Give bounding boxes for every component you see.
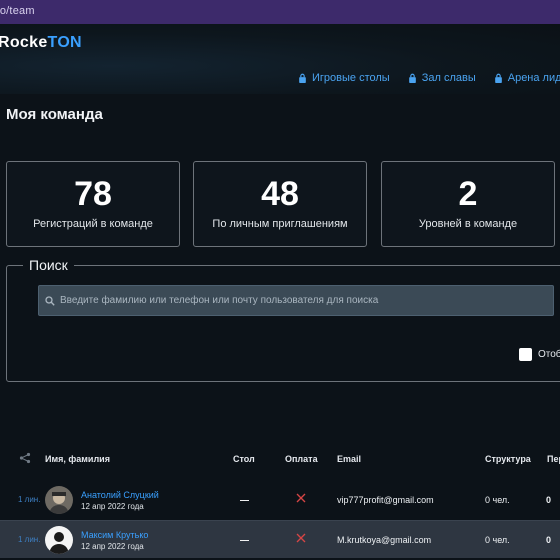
user-email: vip777profit@gmail.com <box>337 495 434 505</box>
stat-card-registrations: 78 Регистраций в команде <box>6 161 180 247</box>
nav-label: Игровые столы <box>312 72 390 84</box>
display-option[interactable]: Отоб <box>519 348 560 361</box>
column-header-table[interactable]: Стол <box>233 454 255 464</box>
stat-label: Регистраций в команде <box>33 218 153 230</box>
stat-value: 78 <box>74 175 112 213</box>
checkbox-label: Отоб <box>538 349 560 360</box>
level-label: 1 лин. <box>18 535 41 544</box>
nav-label: Арена лидер <box>507 72 560 84</box>
not-paid-icon <box>296 533 306 543</box>
lock-icon <box>494 73 502 83</box>
lock-icon <box>299 73 306 83</box>
stat-card-levels: 2 Уровней в команде <box>381 161 555 247</box>
nav-item-hall-of-fame[interactable]: Зал славы <box>408 72 476 84</box>
stat-label: Уровней в команде <box>418 218 518 230</box>
logo[interactable]: RockeTON <box>0 34 82 52</box>
lock-icon <box>408 73 416 83</box>
extra-value: 0 <box>546 535 552 545</box>
avatar[interactable] <box>45 526 73 554</box>
search-icon <box>45 295 55 306</box>
table-row[interactable]: 1 лин. Анатолий Слуцкий 12 апр 2022 года… <box>0 481 560 519</box>
extra-value: 0 <box>546 495 552 505</box>
stat-value: 48 <box>261 175 299 213</box>
share-icon[interactable] <box>19 452 31 464</box>
structure-count: 0 чел. <box>485 495 510 505</box>
table-value: — <box>240 535 249 545</box>
nav-item-game-tables[interactable]: Игровые столы <box>298 72 390 84</box>
stat-value: 2 <box>458 175 478 213</box>
table-value: — <box>240 495 249 505</box>
nav-item-leader-arena[interactable]: Арена лидер <box>494 72 560 84</box>
top-navigation: RockeTON Игровые столы Зал славы Арена л… <box>0 24 560 94</box>
search-legend: Поиск <box>23 257 74 273</box>
structure-count: 0 чел. <box>485 535 510 545</box>
nav-links: Игровые столы Зал славы Арена лидер <box>298 72 560 84</box>
search-input[interactable] <box>60 295 553 306</box>
logo-text: Rocke <box>0 34 48 51</box>
column-header-structure[interactable]: Структура <box>485 454 531 464</box>
search-input-container[interactable] <box>38 285 554 316</box>
user-name-link[interactable]: Анатолий Слуцкий <box>81 490 159 500</box>
level-label: 1 лин. <box>18 495 41 504</box>
column-header-name[interactable]: Имя, фамилия <box>45 454 110 464</box>
page-title: Моя команда <box>6 106 103 123</box>
table-header: Имя, фамилия Стол Оплата Email Структура… <box>0 448 560 470</box>
column-header-email[interactable]: Email <box>337 454 361 464</box>
column-header-extra[interactable]: Пер <box>547 454 560 464</box>
search-panel: Поиск Отоб <box>6 257 560 382</box>
user-name-link[interactable]: Максим Крутько <box>81 530 148 540</box>
table-row[interactable]: 1 лин. Максим Крутько 12 апр 2022 года —… <box>0 520 560 558</box>
column-header-payment[interactable]: Оплата <box>285 454 318 464</box>
stat-label: По личным приглашениям <box>212 218 348 230</box>
display-checkbox[interactable] <box>519 348 532 361</box>
not-paid-icon <box>296 493 306 503</box>
registration-date: 12 апр 2022 года <box>81 542 144 551</box>
browser-address-bar[interactable]: ro/team <box>0 0 560 24</box>
url-text[interactable]: ro/team <box>0 5 35 17</box>
user-email: M.krutkoya@gmail.com <box>337 535 432 545</box>
nav-label: Зал славы <box>421 72 476 84</box>
registration-date: 12 апр 2022 года <box>81 502 144 511</box>
avatar[interactable] <box>45 486 73 514</box>
logo-accent: TON <box>47 34 82 51</box>
stat-card-personal-invites: 48 По личным приглашениям <box>193 161 367 247</box>
